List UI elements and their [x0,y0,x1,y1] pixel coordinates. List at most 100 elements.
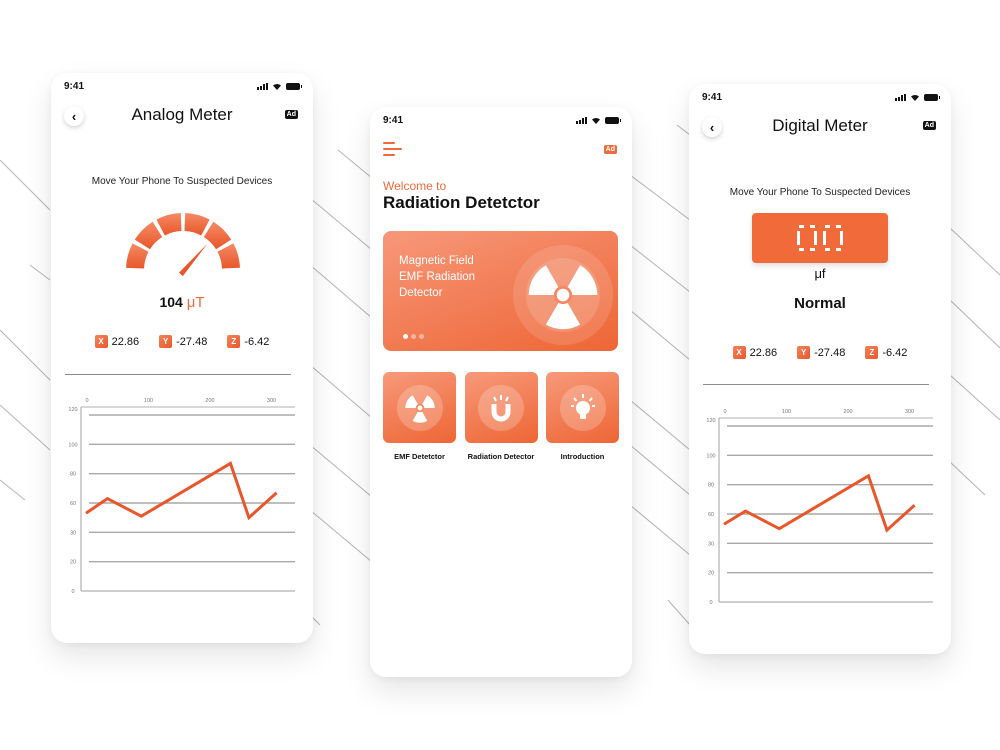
gauge-segment [126,243,149,269]
tile-emf-detector[interactable]: EMF Detetctor [383,372,456,461]
battery-icon [605,116,621,124]
y-tick-label: 20 [70,560,76,566]
line-chart-svg: 0 20 30 60 80 100 120 0 100 200 300 [706,409,933,606]
header: ‹ Analog Meter Ad [51,103,313,133]
wifi-icon [592,117,600,124]
ad-badge[interactable]: Ad [284,110,298,119]
axis-x-tag: X [732,346,746,359]
y-tick-label: 30 [708,541,714,547]
reading-value: 104 [159,294,183,310]
digital-display [752,213,888,263]
home-screen: 9:41 Ad Welcome to Radiation Detetctor M… [370,107,632,677]
gauge-needle [179,243,208,277]
screen-title: Digital Meter [772,116,868,135]
carousel-dot[interactable] [419,334,424,339]
y-tick-label: 0 [709,600,712,606]
axis-z-value: -6.42 [882,346,908,359]
battery-icon [924,93,940,101]
banner-text: Magnetic Field EMF Radiation Detector [399,253,509,301]
reading-unit: μT [186,294,205,311]
y-tick-label: 100 [68,442,77,448]
line-chart-svg: 0 20 30 60 80 100 120 0 100 200 300 [68,398,295,595]
gauge-segment [203,221,232,250]
axis-readings: X 22.86 Y -27.48 Z -6.42 [51,335,313,348]
ad-badge[interactable]: Ad [603,145,617,154]
field-line-chart: 0 20 30 60 80 100 120 0 100 200 300 [703,400,938,610]
feature-banner[interactable]: Magnetic Field EMF Radiation Detector [383,231,618,351]
welcome-text: Welcome to [383,179,447,193]
tile-label: Radiation Detector [467,452,535,461]
seven-segment-digits [797,225,843,251]
banner-line: Detector [399,287,443,299]
axis-z-tag: Z [227,335,241,348]
signal-icon [576,116,587,124]
status-time: 9:41 [383,115,404,126]
battery-icon [286,82,302,90]
x-tick-label: 200 [843,409,852,415]
axis-y-value: -27.48 [814,346,846,359]
tile-label: Introduction [560,452,605,461]
status-time: 9:41 [64,81,85,92]
field-line-chart: 0 20 30 60 80 100 120 0 100 200 300 [65,389,300,599]
gauge-segment [134,221,163,250]
axis-x-value: 22.86 [111,335,140,348]
instruction-text: Move Your Phone To Suspected Devices [91,176,273,187]
y-tick-label: 100 [706,453,715,459]
axis-y-reading: Y -27.48 [159,335,207,348]
status-bar: 9:41 [689,84,951,110]
x-tick-label: 0 [85,398,88,404]
screen-title: Analog Meter [131,105,233,124]
unit-label: μf [814,266,826,281]
y-tick-label: 120 [706,418,715,424]
x-tick-label: 300 [267,398,276,404]
digital-meter-screen: 9:41 ‹ Digital Meter Ad Move Your Phone … [689,84,951,654]
carousel-dot[interactable] [403,334,408,339]
status-bar: 9:41 [51,73,313,99]
tile-introduction[interactable]: Introduction [546,372,619,461]
status-bar: 9:41 [370,107,632,133]
carousel-dot[interactable] [411,334,416,339]
wifi-icon [911,94,919,101]
y-tick-label: 0 [71,589,74,595]
hamburger-menu-icon[interactable] [383,142,403,156]
axis-y-reading: Y -27.48 [797,346,845,359]
axis-z-reading: Z -6.42 [865,346,907,359]
status-label: Normal [794,295,846,312]
header: ‹ Digital Meter Ad [689,114,951,144]
y-tick-label: 60 [708,512,714,518]
y-tick-label: 80 [708,483,714,489]
axis-readings: X 22.86 Y -27.48 Z -6.42 [689,346,951,359]
reading: 104 μT [51,294,313,311]
feature-tiles: EMF Detetctor Radiation Detector Introdu… [383,372,619,461]
gauge-segment [217,243,240,269]
radiation-icon [528,265,598,330]
tile-label: EMF Detetctor [394,452,445,461]
x-tick-label: 200 [205,398,214,404]
y-tick-label: 30 [70,530,76,536]
y-tick-label: 80 [70,472,76,478]
axis-x-reading: X 22.86 [94,335,140,348]
analog-meter-screen: 9:41 ‹ Analog Meter Ad Move Your Phone T… [51,73,313,643]
axis-y-tag: Y [797,346,811,359]
instruction-text: Move Your Phone To Suspected Devices [729,187,911,198]
radiation-icon [404,394,435,423]
banner-line: Magnetic Field [399,255,474,267]
magnet-icon [491,394,511,421]
signal-icon [257,82,268,90]
signal-icon [895,93,906,101]
axis-y-value: -27.48 [176,335,208,348]
x-tick-label: 300 [905,409,914,415]
carousel-dots [403,334,424,339]
banner-line: EMF Radiation [399,271,476,283]
gauge-segment [156,213,182,236]
tile-radiation-detector[interactable]: Radiation Detector [464,372,538,461]
divider [703,384,929,385]
axis-x-tag: X [94,335,108,348]
y-tick-label: 60 [70,501,76,507]
ad-badge[interactable]: Ad [922,121,936,130]
series-line [85,461,278,521]
lightbulb-icon [570,393,595,419]
wifi-icon [273,83,281,90]
analog-gauge [126,213,240,277]
axis-y-tag: Y [159,335,173,348]
